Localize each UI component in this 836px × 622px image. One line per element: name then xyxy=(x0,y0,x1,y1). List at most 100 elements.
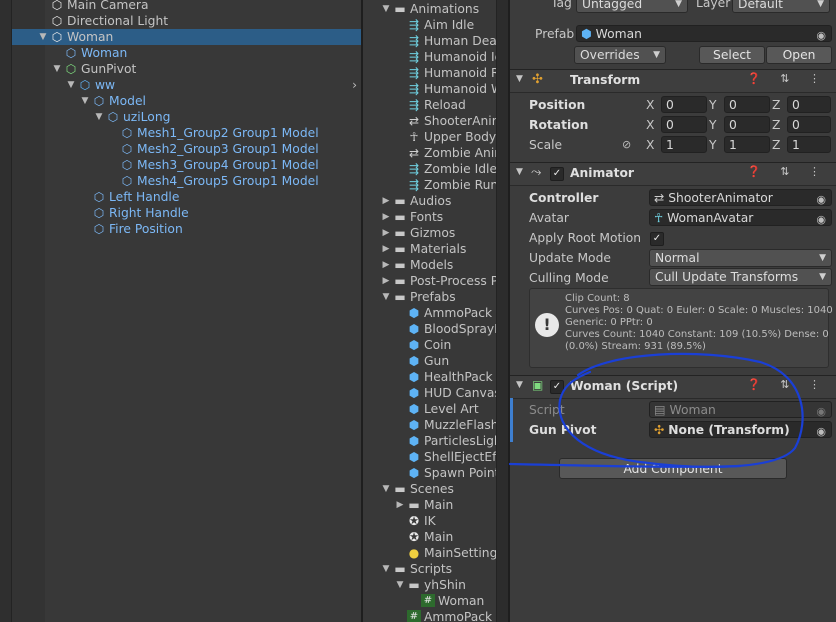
x-axis-label[interactable]: X xyxy=(646,115,654,135)
project-item[interactable]: ⬢ HUD Canvas xyxy=(363,385,496,401)
select-button[interactable]: Select xyxy=(699,46,765,64)
hierarchy-item[interactable]: ⬡ Woman xyxy=(12,45,361,61)
hierarchy-item[interactable]: ⬡ Fire Position xyxy=(12,221,361,237)
project-item[interactable]: ▶ ▬ Audios xyxy=(363,193,496,209)
expand-arrow-icon[interactable]: ▼ xyxy=(94,109,104,125)
project-item[interactable]: ✪ Main xyxy=(363,529,496,545)
project-item[interactable]: ⬢ Gun xyxy=(363,353,496,369)
project-item[interactable]: ▶ ▬ Gizmos xyxy=(363,225,496,241)
avatar-field[interactable]: ☥ WomanAvatar ◉ xyxy=(649,209,832,226)
hierarchy-item[interactable]: ⬡ Directional Light xyxy=(12,13,361,29)
object-picker-icon[interactable]: ◉ xyxy=(816,211,826,228)
project-item[interactable]: ▼ ▬ Scenes xyxy=(363,481,496,497)
expand-arrow-icon[interactable]: ▼ xyxy=(52,61,62,77)
expand-arrow-icon[interactable]: ▼ xyxy=(381,561,391,577)
expand-arrow-icon[interactable]: ▼ xyxy=(381,1,391,17)
layer-dropdown[interactable]: Default ▼ xyxy=(732,0,830,13)
project-item[interactable]: ● MainSetting xyxy=(363,545,496,561)
project-item[interactable]: ⬢ ParticlesLigh xyxy=(363,433,496,449)
script-enabled-checkbox[interactable]: ✓ xyxy=(550,380,564,394)
expand-arrow-icon[interactable]: ▼ xyxy=(381,289,391,305)
project-item[interactable]: ⇶ Humanoid W xyxy=(363,81,496,97)
project-item[interactable]: ⬢ Coin xyxy=(363,337,496,353)
position-y-field[interactable]: 0 xyxy=(724,96,770,113)
hierarchy-item[interactable]: ⬡ Main Camera xyxy=(12,0,361,13)
tag-dropdown[interactable]: Untagged ▼ xyxy=(576,0,688,13)
rotation-z-field[interactable]: 0 xyxy=(787,116,831,133)
expand-arrow-icon[interactable]: ▶ xyxy=(381,257,391,273)
controller-field[interactable]: ⇄ ShooterAnimator ◉ xyxy=(649,189,832,206)
apply-root-motion-checkbox[interactable]: ✓ xyxy=(650,232,664,246)
overrides-dropdown[interactable]: Overrides ▼ xyxy=(574,46,666,64)
object-picker-icon[interactable]: ◉ xyxy=(816,191,826,208)
project-item[interactable]: ▶ ▬ Models xyxy=(363,257,496,273)
project-item[interactable]: # Woman xyxy=(363,593,496,609)
hierarchy-item[interactable]: ⬡ Mesh2_Group3 Group1 Model xyxy=(12,141,361,157)
hierarchy-item[interactable]: ▼ ⬡ GunPivot xyxy=(12,61,361,77)
hierarchy-item[interactable]: ⬡ Mesh1_Group2 Group1 Model xyxy=(12,125,361,141)
hierarchy-item[interactable]: ⬡ Right Handle xyxy=(12,205,361,221)
scale-x-field[interactable]: 1 xyxy=(661,136,707,153)
script-header[interactable]: ▼ ▣ ✓ Woman (Script) ❓ ⇅ ⋮ xyxy=(510,375,836,399)
project-item[interactable]: ⬢ Level Art xyxy=(363,401,496,417)
culling-mode-dropdown[interactable]: Cull Update Transforms ▼ xyxy=(649,268,832,286)
component-header-icons[interactable]: ❓ ⇅ ⋮ xyxy=(747,165,828,178)
y-axis-label[interactable]: Y xyxy=(709,95,717,115)
project-item[interactable]: ⇶ Reload xyxy=(363,97,496,113)
hierarchy-item[interactable]: ⬡ Left Handle xyxy=(12,189,361,205)
project-item[interactable]: ⬢ HealthPack xyxy=(363,369,496,385)
project-item[interactable]: ⬢ Spawn Point xyxy=(363,465,496,481)
expand-arrow-icon[interactable]: ▼ xyxy=(395,577,405,593)
hierarchy-item[interactable]: ▼ ⬡ ww › xyxy=(12,77,361,93)
chevron-down-icon[interactable]: ▼ xyxy=(516,74,523,84)
scale-y-field[interactable]: 1 xyxy=(724,136,770,153)
hierarchy-item[interactable]: ⬡ Mesh4_Group5 Group1 Model xyxy=(12,173,361,189)
project-item[interactable]: ⇶ Zombie Idle xyxy=(363,161,496,177)
project-item[interactable]: ⬢ AmmoPack xyxy=(363,305,496,321)
object-picker-icon[interactable]: ◉ xyxy=(816,27,826,44)
expand-arrow-icon[interactable]: ▶ xyxy=(381,209,391,225)
project-item[interactable]: ▼ ▬ Animations xyxy=(363,1,496,17)
object-picker-icon[interactable]: ◉ xyxy=(816,423,826,440)
chevron-down-icon[interactable]: ▼ xyxy=(516,380,523,390)
expand-arrow-icon[interactable]: ▶ xyxy=(381,273,391,289)
hierarchy-item[interactable]: ▼ ⬡ Model xyxy=(12,93,361,109)
project-panel[interactable]: ▼ ▬ Animations ⇶ Aim Idle ⇶ Human Deat ⇶ Humanoi… xyxy=(363,0,496,622)
open-button[interactable]: Open xyxy=(766,46,832,64)
expand-arrow-icon[interactable]: ▼ xyxy=(38,29,48,45)
z-axis-label[interactable]: Z xyxy=(772,115,780,135)
hierarchy-item[interactable]: ▼ ⬡ Woman xyxy=(12,29,361,45)
hierarchy-item[interactable]: ▼ ⬡ uziLong xyxy=(12,109,361,125)
position-z-field[interactable]: 0 xyxy=(787,96,831,113)
project-item[interactable]: ⇄ ShooterAnim xyxy=(363,113,496,129)
project-item[interactable]: ⇶ Human Deat xyxy=(363,33,496,49)
project-item[interactable]: ⇶ Zombie Run xyxy=(363,177,496,193)
transform-header[interactable]: ▼ ✣ Transform ❓ ⇅ ⋮ xyxy=(510,69,836,93)
component-header-icons[interactable]: ❓ ⇅ ⋮ xyxy=(747,378,828,391)
x-axis-label[interactable]: X xyxy=(646,95,654,115)
prefab-field[interactable]: ⬢ Woman ◉ xyxy=(576,25,832,42)
constrain-proportions-icon[interactable]: ⊘ xyxy=(622,135,631,155)
project-item[interactable]: # AmmoPack xyxy=(363,609,496,622)
project-item[interactable]: ⇶ Humanoid Id xyxy=(363,49,496,65)
open-prefab-arrow-icon[interactable]: › xyxy=(352,77,357,93)
expand-arrow-icon[interactable]: ▶ xyxy=(395,497,405,513)
project-item[interactable]: ⬢ BloodSprayE xyxy=(363,321,496,337)
y-axis-label[interactable]: Y xyxy=(709,115,717,135)
hierarchy-panel[interactable]: ⬡ Main Camera ⬡ Directional Light ▼ ⬡ Woman ⬡ Wo… xyxy=(12,0,361,622)
project-item[interactable]: ⇶ Aim Idle xyxy=(363,17,496,33)
component-header-icons[interactable]: ❓ ⇅ ⋮ xyxy=(747,72,828,85)
hierarchy-item[interactable]: ⬡ Mesh3_Group4 Group1 Model xyxy=(12,157,361,173)
project-item[interactable]: ⇶ Humanoid R xyxy=(363,65,496,81)
project-item[interactable]: ▶ ▬ Fonts xyxy=(363,209,496,225)
project-item[interactable]: ⬢ MuzzleFlash xyxy=(363,417,496,433)
update-mode-dropdown[interactable]: Normal ▼ xyxy=(649,249,832,267)
expand-arrow-icon[interactable]: ▼ xyxy=(80,93,90,109)
project-item[interactable]: ⇄ Zombie Anim xyxy=(363,145,496,161)
z-axis-label[interactable]: Z xyxy=(772,95,780,115)
position-x-field[interactable]: 0 xyxy=(661,96,707,113)
project-item[interactable]: ▼ ▬ Prefabs xyxy=(363,289,496,305)
x-axis-label[interactable]: X xyxy=(646,135,654,155)
chevron-down-icon[interactable]: ▼ xyxy=(516,167,523,177)
project-item[interactable]: ▶ ▬ Post-Process P xyxy=(363,273,496,289)
